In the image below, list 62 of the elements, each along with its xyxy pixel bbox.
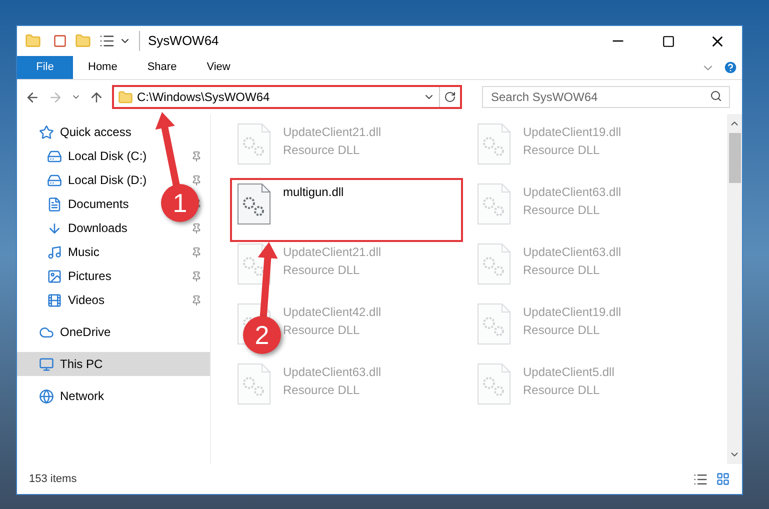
down-arrow-icon bbox=[47, 220, 62, 236]
sidebar-item[interactable]: Pictures bbox=[47, 267, 112, 285]
sidebar-item[interactable]: Local Disk (D:) bbox=[47, 171, 147, 189]
globe-icon bbox=[39, 388, 54, 404]
sidebar-item[interactable]: Local Disk (C:) bbox=[47, 147, 147, 165]
details-view-icon[interactable] bbox=[693, 472, 708, 486]
back-icon[interactable] bbox=[25, 90, 40, 104]
ribbon-tab[interactable]: Home bbox=[73, 56, 132, 79]
cloud-icon bbox=[39, 324, 54, 340]
large-icons-view-icon[interactable] bbox=[716, 472, 730, 486]
file-type: Resource DLL bbox=[523, 322, 601, 339]
gear-file-icon bbox=[477, 243, 511, 285]
sidebar-item[interactable]: Quick access bbox=[39, 123, 132, 141]
gear-file-icon bbox=[477, 363, 511, 405]
help-icon[interactable] bbox=[723, 60, 738, 75]
monitor-icon bbox=[39, 356, 54, 372]
drive-icon bbox=[47, 148, 62, 164]
sidebar-item[interactable]: Downloads bbox=[47, 219, 128, 237]
gear-file-icon bbox=[237, 123, 271, 165]
sidebar-item[interactable]: OneDrive bbox=[39, 323, 111, 341]
window-title: SysWOW64 bbox=[139, 31, 219, 51]
music-note-icon bbox=[47, 244, 62, 260]
gear-file-icon bbox=[237, 363, 271, 405]
file-type: Resource DLL bbox=[523, 202, 601, 219]
search-icon bbox=[710, 90, 722, 102]
search-field[interactable]: Search SysWOW64 bbox=[482, 86, 730, 108]
folder-icon bbox=[118, 90, 133, 104]
sidebar-item[interactable]: This PC bbox=[39, 355, 103, 373]
drive-icon bbox=[47, 172, 62, 188]
scroll-thumb[interactable] bbox=[728, 133, 740, 183]
file-type: Resource DLL bbox=[283, 142, 361, 159]
address-bar[interactable]: C:\Windows\SysWOW64 bbox=[112, 85, 462, 109]
sidebar-item[interactable]: Videos bbox=[47, 291, 104, 309]
up-icon[interactable] bbox=[89, 90, 104, 104]
sidebar-item[interactable]: Network bbox=[39, 387, 104, 405]
gear-file-icon bbox=[237, 243, 271, 285]
picture-icon bbox=[47, 268, 62, 284]
ribbon-tab[interactable]: File bbox=[17, 56, 73, 79]
star-icon bbox=[39, 124, 54, 140]
ribbon-tab[interactable]: Share bbox=[132, 56, 192, 79]
item-count: 153 items bbox=[29, 472, 78, 487]
gear-file-icon bbox=[477, 303, 511, 345]
gear-file-icon bbox=[237, 183, 271, 225]
scrollbar[interactable] bbox=[727, 114, 742, 464]
maximize-icon[interactable] bbox=[662, 34, 675, 48]
sidebar-item[interactable]: Documents bbox=[47, 195, 129, 213]
sidebar-item[interactable]: Music bbox=[47, 243, 100, 261]
file-type: Resource DLL bbox=[523, 262, 601, 279]
file-type: Resource DLL bbox=[283, 322, 361, 339]
refresh-icon[interactable] bbox=[444, 91, 456, 103]
gear-file-icon bbox=[477, 183, 511, 225]
file-type: Resource DLL bbox=[283, 382, 361, 399]
file-type: Resource DLL bbox=[523, 142, 601, 159]
gear-file-icon bbox=[477, 123, 511, 165]
file-type: Resource DLL bbox=[283, 262, 361, 279]
film-icon bbox=[47, 292, 62, 308]
file-name[interactable]: multigun.dll bbox=[283, 183, 344, 201]
view-options-icon[interactable] bbox=[99, 33, 115, 49]
ribbon-tab[interactable]: View bbox=[192, 56, 246, 79]
document-icon bbox=[47, 196, 62, 212]
file-type: Resource DLL bbox=[523, 382, 601, 399]
address-path: C:\Windows\SysWOW64 bbox=[137, 89, 271, 106]
